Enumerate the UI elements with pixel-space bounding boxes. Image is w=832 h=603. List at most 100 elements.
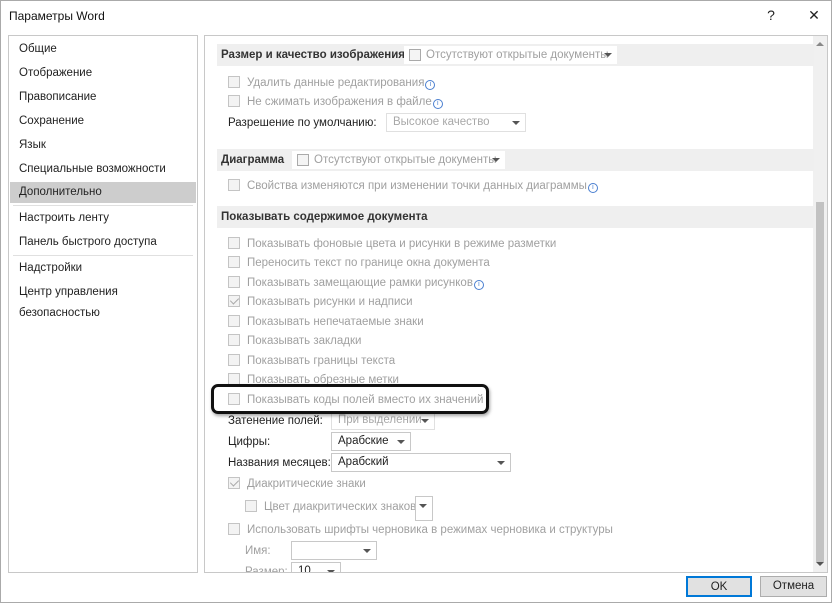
months-value: Арабский (338, 456, 389, 468)
dropdown-value: Отсутствуют открытые документы (314, 154, 497, 166)
checkbox[interactable] (228, 477, 240, 489)
sidebar-item[interactable]: Настроить ленту (10, 208, 196, 229)
checkbox-label: Показывать фоновые цвета и рисунки в реж… (247, 238, 557, 250)
checkbox-label: Показывать замещающие рамки рисунков (247, 277, 473, 289)
checkbox-row[interactable]: Удалить данные редактирования i (228, 74, 436, 92)
scroll-down-icon[interactable] (816, 562, 824, 566)
checkbox-row[interactable]: Показывать замещающие рамки рисунков i (228, 274, 484, 292)
checkbox[interactable] (228, 295, 240, 307)
digits-dropdown[interactable]: Арабские (331, 432, 411, 451)
sidebar-item[interactable]: Центр управления безопасностью (10, 282, 196, 319)
checkbox[interactable] (228, 523, 240, 535)
checkbox-row[interactable]: Диакритические знаки (228, 475, 366, 493)
sidebar-item[interactable]: Панель быстрого доступа (10, 232, 196, 253)
checkbox-row[interactable]: Показывать закладки (228, 332, 361, 350)
info-icon: i (587, 183, 598, 193)
sidebar-item[interactable]: Общие (10, 39, 196, 60)
section-title: Размер и качество изображения (221, 49, 405, 61)
resolution-dropdown[interactable]: Высокое качество (386, 113, 526, 132)
section-header: Размер и качество изображения Отсутствуют… (217, 44, 814, 66)
section-header: Показывать содержимое документа (217, 206, 814, 228)
sidebar-nav: Общие Отображение Правописание Сохранение Яз… (8, 35, 198, 573)
divider (13, 255, 193, 256)
chevron-down-icon (512, 121, 520, 125)
months-dropdown[interactable]: Арабский (331, 453, 511, 472)
font_size-label: Размер: (245, 566, 288, 573)
checkbox[interactable] (228, 334, 240, 346)
section-header: Диаграмма Отсутствуют открытые документы (217, 149, 814, 171)
cancel-button[interactable]: Отмена (760, 576, 827, 597)
checkbox-label: Показывать рисунки и надписи (247, 296, 413, 308)
sidebar-item[interactable]: Отображение (10, 63, 196, 84)
checkbox[interactable] (228, 237, 240, 249)
digits-label: Цифры: (228, 436, 271, 448)
diacritic-color-dropdown[interactable] (415, 496, 433, 521)
scrollbar-thumb[interactable] (816, 202, 824, 562)
close-button[interactable]: ✕ (802, 5, 826, 25)
checkbox-row[interactable]: Переносить текст по границе окна докумен… (228, 254, 490, 272)
window-title: Параметры Word (9, 9, 105, 23)
checkbox-row[interactable]: Показывать границы текста (228, 352, 395, 370)
checkbox-row[interactable]: Показывать рисунки и надписи (228, 293, 413, 311)
checkbox[interactable] (228, 276, 240, 288)
sidebar-item[interactable]: Язык (10, 135, 196, 156)
options-content: Размер и качество изображения Отсутствуют… (204, 35, 828, 573)
vertical-scrollbar[interactable] (813, 36, 827, 572)
checkbox-label: Использовать шрифты черновика в режимах … (247, 524, 613, 536)
sidebar-item[interactable]: Правописание (10, 87, 196, 108)
chevron-down-icon (497, 461, 505, 465)
checkbox[interactable] (228, 354, 240, 366)
checkbox-label: Удалить данные редактирования (247, 77, 425, 89)
checkbox-label: Не сжимать изображения в файле (247, 96, 432, 108)
checkbox[interactable] (228, 95, 240, 107)
font_name-dropdown[interactable] (291, 541, 377, 560)
digits-value: Арабские (338, 435, 389, 447)
sidebar-item[interactable]: Надстройки (10, 258, 196, 279)
checkbox-label: Цвет диакритических знаков (264, 501, 417, 513)
resolution-value: Высокое качество (393, 116, 490, 128)
checkbox-label: Свойства изменяются при изменении точки … (247, 180, 587, 192)
info-icon: i (425, 80, 436, 90)
checkbox-label: Показывать непечатаемые знаки (247, 316, 424, 328)
checkbox-row[interactable]: Свойства изменяются при изменении точки … (228, 177, 598, 195)
resolution-label: Разрешение по умолчанию: (228, 117, 377, 129)
checkbox-label: Переносить текст по границе окна докумен… (247, 257, 490, 269)
shading-label: Затенение полей: (228, 415, 323, 427)
font_size-value: 10 (298, 565, 311, 573)
checkbox-label: Показывать закладки (247, 335, 362, 347)
chevron-down-icon (363, 549, 371, 553)
sidebar-item[interactable]: Дополнительно (10, 182, 196, 203)
section-title: Показывать содержимое документа (221, 211, 428, 223)
font_name-label: Имя: (245, 545, 271, 557)
checkbox-row[interactable]: Не сжимать изображения в файле i (228, 93, 443, 111)
section-title: Диаграмма (221, 154, 285, 166)
ok-button[interactable]: OK (686, 576, 752, 597)
document-dropdown[interactable]: Отсутствуют открытые документы (404, 46, 617, 64)
document-dropdown[interactable]: Отсутствуют открытые документы (292, 151, 505, 169)
months-label: Названия месяцев: (228, 457, 331, 469)
chevron-down-icon (604, 53, 612, 57)
font_size-dropdown[interactable]: 10 (291, 562, 341, 573)
sidebar-item[interactable]: Специальные возможности (10, 159, 196, 180)
checkbox-row[interactable]: Показывать фоновые цвета и рисунки в реж… (228, 235, 556, 253)
checkbox-row[interactable]: Цвет диакритических знаков (245, 498, 416, 516)
info-icon: i (432, 99, 443, 109)
divider (13, 205, 193, 206)
checkbox[interactable] (228, 179, 240, 191)
checkbox-row[interactable]: Использовать шрифты черновика в режимах … (228, 521, 613, 539)
checkbox-row[interactable]: Показывать непечатаемые знаки (228, 313, 424, 331)
chevron-down-icon (492, 158, 500, 162)
chevron-down-icon (419, 504, 427, 508)
chevron-down-icon (327, 570, 335, 572)
document-icon (297, 154, 309, 166)
checkbox[interactable] (228, 315, 240, 327)
highlight-annotation (211, 384, 489, 414)
checkbox[interactable] (228, 256, 240, 268)
chevron-down-icon (397, 440, 405, 444)
checkbox[interactable] (245, 500, 257, 512)
scroll-up-icon[interactable] (816, 42, 824, 46)
checkbox-label: Диакритические знаки (247, 478, 366, 490)
checkbox[interactable] (228, 76, 240, 88)
sidebar-item[interactable]: Сохранение (10, 111, 196, 132)
help-button[interactable]: ? (759, 5, 783, 25)
